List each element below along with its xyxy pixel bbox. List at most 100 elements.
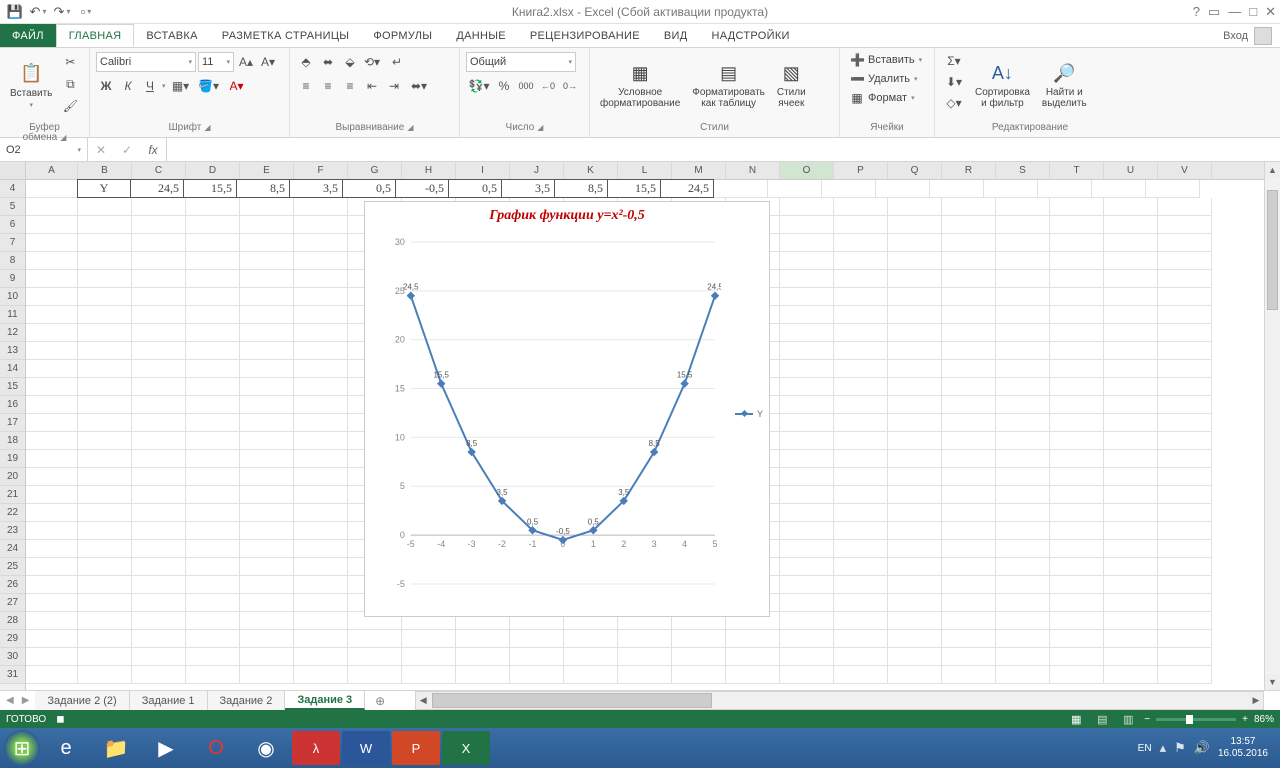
cell-C8[interactable] — [132, 252, 186, 270]
row-header-17[interactable]: 17 — [0, 414, 25, 432]
cell-O25[interactable] — [780, 558, 834, 576]
cell-B21[interactable] — [78, 486, 132, 504]
cell-O14[interactable] — [780, 360, 834, 378]
cell-T13[interactable] — [1050, 342, 1104, 360]
cell-B10[interactable] — [78, 288, 132, 306]
start-button[interactable]: ⊞ — [4, 730, 40, 766]
view-normal-icon[interactable]: ▦ — [1066, 712, 1086, 726]
sheet-tab[interactable]: Задание 2 — [208, 691, 286, 710]
col-header-T[interactable]: T — [1050, 162, 1104, 179]
align-middle-icon[interactable]: ⬌ — [318, 52, 338, 72]
hscroll-thumb[interactable] — [432, 693, 712, 708]
cell-C29[interactable] — [132, 630, 186, 648]
cell-V4[interactable] — [1146, 180, 1200, 198]
cell-D21[interactable] — [186, 486, 240, 504]
cell-Q22[interactable] — [888, 504, 942, 522]
cell-R12[interactable] — [942, 324, 996, 342]
italic-icon[interactable]: К — [118, 76, 138, 96]
row-header-21[interactable]: 21 — [0, 486, 25, 504]
cell-O21[interactable] — [780, 486, 834, 504]
cell-E11[interactable] — [240, 306, 294, 324]
cell-B18[interactable] — [78, 432, 132, 450]
row-header-7[interactable]: 7 — [0, 234, 25, 252]
cell-F18[interactable] — [294, 432, 348, 450]
clear-icon[interactable]: ◇▾ — [941, 93, 967, 113]
cell-T15[interactable] — [1050, 378, 1104, 396]
cell-D19[interactable] — [186, 450, 240, 468]
cell-A26[interactable] — [26, 576, 78, 594]
cell-C10[interactable] — [132, 288, 186, 306]
enter-formula-icon[interactable]: ✓ — [114, 143, 140, 157]
cell-S26[interactable] — [996, 576, 1050, 594]
cell-T20[interactable] — [1050, 468, 1104, 486]
cell-V28[interactable] — [1158, 612, 1212, 630]
font-family-select[interactable]: Calibri▾ — [96, 52, 196, 72]
cell-F10[interactable] — [294, 288, 348, 306]
cell-V29[interactable] — [1158, 630, 1212, 648]
cell-B9[interactable] — [78, 270, 132, 288]
hscroll-right-icon[interactable]: ▶ — [1249, 692, 1263, 709]
cell-I4[interactable]: 0,5 — [448, 179, 502, 198]
cell-F20[interactable] — [294, 468, 348, 486]
minimize-icon[interactable]: — — [1228, 4, 1241, 19]
cell-B11[interactable] — [78, 306, 132, 324]
cell-D18[interactable] — [186, 432, 240, 450]
cell-P27[interactable] — [834, 594, 888, 612]
cell-E20[interactable] — [240, 468, 294, 486]
cell-E21[interactable] — [240, 486, 294, 504]
tab-addins[interactable]: НАДСТРОЙКИ — [699, 24, 801, 47]
cell-C22[interactable] — [132, 504, 186, 522]
format-cells-button[interactable]: ▦Формат▾ — [846, 89, 926, 107]
cell-V10[interactable] — [1158, 288, 1212, 306]
cell-P19[interactable] — [834, 450, 888, 468]
indent-dec-icon[interactable]: ⇤ — [362, 76, 382, 96]
cell-P21[interactable] — [834, 486, 888, 504]
row-header-5[interactable]: 5 — [0, 198, 25, 216]
cell-R28[interactable] — [942, 612, 996, 630]
cell-R24[interactable] — [942, 540, 996, 558]
cell-R10[interactable] — [942, 288, 996, 306]
cell-S23[interactable] — [996, 522, 1050, 540]
cell-G31[interactable] — [348, 666, 402, 684]
cell-H29[interactable] — [402, 630, 456, 648]
cell-Q9[interactable] — [888, 270, 942, 288]
row-header-14[interactable]: 14 — [0, 360, 25, 378]
cell-F17[interactable] — [294, 414, 348, 432]
cell-P12[interactable] — [834, 324, 888, 342]
cell-O4[interactable] — [768, 180, 822, 198]
cell-U10[interactable] — [1104, 288, 1158, 306]
cell-S17[interactable] — [996, 414, 1050, 432]
taskbar-powerpoint-icon[interactable]: P — [392, 731, 440, 765]
col-header-C[interactable]: C — [132, 162, 186, 179]
cell-U22[interactable] — [1104, 504, 1158, 522]
cell-A8[interactable] — [26, 252, 78, 270]
cell-U31[interactable] — [1104, 666, 1158, 684]
cell-E31[interactable] — [240, 666, 294, 684]
cell-P17[interactable] — [834, 414, 888, 432]
tab-formulas[interactable]: ФОРМУЛЫ — [361, 24, 444, 47]
cell-A20[interactable] — [26, 468, 78, 486]
cell-R7[interactable] — [942, 234, 996, 252]
cell-T19[interactable] — [1050, 450, 1104, 468]
cell-P26[interactable] — [834, 576, 888, 594]
cell-S21[interactable] — [996, 486, 1050, 504]
cell-Q20[interactable] — [888, 468, 942, 486]
cell-E16[interactable] — [240, 396, 294, 414]
cell-U16[interactable] — [1104, 396, 1158, 414]
cell-C28[interactable] — [132, 612, 186, 630]
tab-view[interactable]: ВИД — [652, 24, 700, 47]
cell-Q10[interactable] — [888, 288, 942, 306]
cell-F31[interactable] — [294, 666, 348, 684]
cell-U19[interactable] — [1104, 450, 1158, 468]
cell-H4[interactable]: -0,5 — [395, 179, 449, 198]
autosum-icon[interactable]: Σ▾ — [941, 51, 967, 71]
row-header-22[interactable]: 22 — [0, 504, 25, 522]
font-color-icon[interactable]: A▾ — [224, 76, 250, 96]
cell-B16[interactable] — [78, 396, 132, 414]
cell-F6[interactable] — [294, 216, 348, 234]
cell-U7[interactable] — [1104, 234, 1158, 252]
cell-C20[interactable] — [132, 468, 186, 486]
cell-C14[interactable] — [132, 360, 186, 378]
cell-B26[interactable] — [78, 576, 132, 594]
cell-S18[interactable] — [996, 432, 1050, 450]
